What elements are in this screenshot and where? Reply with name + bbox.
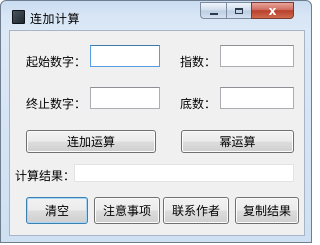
base-input[interactable] [220,87,294,109]
power-calculate-button[interactable]: 幂运算 [181,130,294,153]
minimize-icon [209,12,218,15]
start-number-label: 起始数字： [26,55,87,69]
end-number-input[interactable] [90,87,160,109]
close-button[interactable]: x [251,2,294,19]
contact-author-button[interactable]: 联系作者 [163,197,229,224]
maximize-button[interactable] [226,2,251,19]
exponent-label: 指数： [180,55,217,69]
app-window: 连加计算 x 起始数字： 指数： 终止数字： 底数： 连加运算 幂运算 计算结果… [0,0,312,243]
caption-buttons: x [200,2,294,21]
base-label: 底数： [180,97,217,111]
maximize-icon [235,7,243,14]
result-label: 计算结果： [15,169,76,183]
window-title: 连加计算 [30,12,81,26]
close-icon: x [268,3,277,18]
app-icon [12,10,25,24]
title-bar[interactable]: 连加计算 x [1,1,313,31]
notes-button[interactable]: 注意事项 [94,197,160,224]
minimize-button[interactable] [200,2,226,19]
sum-calculate-button[interactable]: 连加运算 [26,130,156,153]
result-output[interactable] [74,164,294,182]
exponent-input[interactable] [220,45,294,67]
copy-result-button[interactable]: 复制结果 [235,197,299,224]
clear-button[interactable]: 清空 [26,197,88,224]
client-area: 起始数字： 指数： 终止数字： 底数： 连加运算 幂运算 计算结果： 清空 注意… [9,30,305,236]
start-number-input[interactable] [90,45,160,67]
end-number-label: 终止数字： [26,97,87,111]
